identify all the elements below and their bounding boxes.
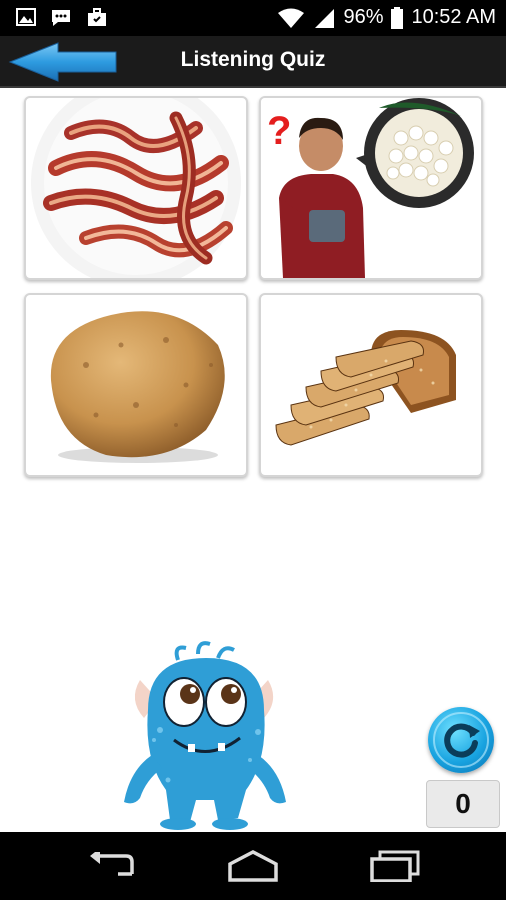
choice-tile-bread[interactable]	[259, 293, 483, 477]
replay-icon	[433, 712, 489, 768]
app-header: Listening Quiz	[0, 36, 506, 88]
status-bar: 96% 10:52 AM	[0, 0, 506, 36]
monster-mascot	[118, 640, 290, 832]
clock: 10:52 AM	[411, 6, 496, 28]
wifi-icon	[278, 8, 305, 28]
potato-image	[50, 311, 225, 463]
battery-percent: 96%	[343, 6, 384, 28]
choice-tile-cottage-cheese[interactable]: ?	[259, 96, 483, 280]
recents-nav-icon[interactable]	[370, 850, 420, 882]
choice-tile-bacon[interactable]	[24, 96, 248, 280]
system-nav-bar	[0, 832, 506, 900]
image-icon	[16, 8, 36, 26]
boy-cottage-cheese-image: ?	[261, 98, 481, 278]
score-counter: 0	[426, 780, 500, 828]
back-nav-icon[interactable]	[88, 852, 138, 880]
bacon-image	[31, 98, 241, 278]
message-icon	[52, 10, 70, 26]
briefcase-icon	[88, 8, 106, 26]
choice-tile-potato[interactable]	[24, 293, 248, 477]
home-nav-icon[interactable]	[226, 850, 280, 882]
svg-text:?: ?	[267, 109, 291, 153]
bread-image	[275, 330, 456, 446]
replay-button[interactable]	[428, 707, 494, 773]
cell-signal-icon	[315, 8, 335, 28]
battery-icon	[391, 6, 404, 29]
page-title: Listening Quiz	[180, 48, 326, 71]
